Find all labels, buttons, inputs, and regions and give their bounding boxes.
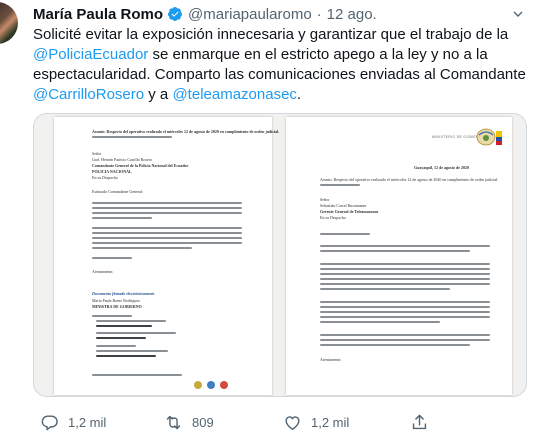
page2-closing: Atentamente, xyxy=(320,357,342,362)
page1-signer: María Paula Romo Rodríguez xyxy=(92,298,140,303)
page1-to-org: POLICIA NACIONAL xyxy=(92,169,132,174)
reply-icon xyxy=(41,414,58,430)
tweet-text-part: Solicité evitar la exposición innecesari… xyxy=(33,26,509,43)
page1-closing: Atentamente, xyxy=(92,269,114,274)
mention-link-policia[interactable]: @PoliciaEcuador xyxy=(33,46,148,63)
mention-link-teleamazonas[interactable]: @teleamazonasec xyxy=(172,86,296,103)
tweet-text-part: . xyxy=(296,86,302,103)
reply-count: 1,2 mil xyxy=(68,414,107,430)
page1-signed-note: Documento firmado electrónicamente xyxy=(92,291,155,296)
share-icon xyxy=(412,414,427,429)
tweet-header: María Paula Romo @mariapaularomo · 12 ag… xyxy=(33,4,377,24)
letter-page-police: Asunto: Respecto del operativo realizado… xyxy=(54,117,279,395)
tweet-text: Solicité evitar la exposición innecesari… xyxy=(33,25,528,105)
page2-to-title: Gerente General de Teleamazonas xyxy=(320,209,379,214)
verified-badge-icon xyxy=(168,7,183,21)
page1-to-title: Comandante General de la Policía Naciona… xyxy=(92,163,189,168)
retweet-count: 809 xyxy=(192,414,214,430)
reply-button[interactable]: 1,2 mil xyxy=(40,413,106,432)
flag-icon xyxy=(496,131,502,145)
retweet-icon xyxy=(166,415,181,429)
tweet-timestamp[interactable]: 12 ago. xyxy=(327,6,377,23)
retweet-button[interactable]: 809 xyxy=(164,413,214,432)
like-icon xyxy=(285,415,300,430)
mention-link-carrillo[interactable]: @CarrilloRosero xyxy=(33,86,144,103)
page1-to-name: Gral. Hernán Patricio Carrillo Rosero xyxy=(92,157,153,162)
tweet-text-part: y a xyxy=(144,86,173,103)
page1-to-label: Señor xyxy=(92,151,102,156)
like-button[interactable]: 1,2 mil xyxy=(283,413,349,432)
page2-to-name: Sebastián Corral Bustamante xyxy=(320,203,367,208)
attached-image[interactable]: Asunto: Respecto del operativo realizado… xyxy=(33,113,527,397)
page1-asunto: Asunto: Respecto del operativo realizado… xyxy=(92,129,280,134)
tweet[interactable]: María Paula Romo @mariapaularomo · 12 ag… xyxy=(0,0,534,445)
tweet-actions: 1,2 mil 809 1,2 mil xyxy=(33,410,528,434)
page2-date: Guayaquil, 12 de agosto de 2020 xyxy=(414,165,469,170)
display-name[interactable]: María Paula Romo xyxy=(33,6,163,23)
share-button[interactable] xyxy=(410,413,429,432)
page1-signer-title: MINISTRA DE GOBIERNO xyxy=(92,304,142,309)
page1-to-city: En su Despacho xyxy=(92,175,118,180)
letter-page-teleamazonas: MINISTERIO DE GOBIERNO Guayaquil, 12 de … xyxy=(286,117,512,395)
ministry-crest-icon xyxy=(476,128,496,146)
page1-greeting: Estimado Comandante General: xyxy=(92,189,144,194)
page2-asunto: Asunto: Respecto del operativo realizado… xyxy=(320,177,499,182)
page2-to-city: En su Despacho xyxy=(320,215,346,220)
like-count: 1,2 mil xyxy=(311,414,350,430)
avatar[interactable] xyxy=(0,2,18,44)
page2-to-label: Señor xyxy=(320,197,330,202)
header-separator: · xyxy=(316,5,322,23)
author-handle[interactable]: @mariapaularomo xyxy=(188,6,312,23)
chevron-down-icon[interactable] xyxy=(510,6,526,22)
